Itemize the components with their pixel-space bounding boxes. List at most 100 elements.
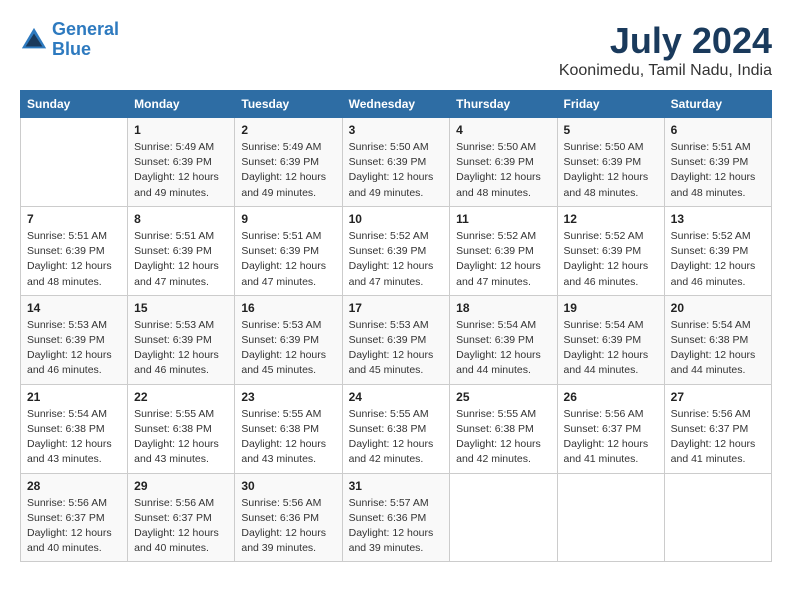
- header-sunday: Sunday: [21, 91, 128, 118]
- day-cell: 17Sunrise: 5:53 AM Sunset: 6:39 PM Dayli…: [342, 295, 450, 384]
- day-info: Sunrise: 5:51 AM Sunset: 6:39 PM Dayligh…: [27, 229, 121, 290]
- day-info: Sunrise: 5:53 AM Sunset: 6:39 PM Dayligh…: [27, 318, 121, 379]
- day-number: 5: [564, 123, 658, 137]
- day-cell: [557, 473, 664, 562]
- day-cell: 12 Sunrise: 5:52 AM Sunset: 6:39 PM Dayli…: [557, 206, 664, 295]
- header-row: SundayMondayTuesdayWednesdayThursdayFrid…: [21, 91, 772, 118]
- day-number: 8: [134, 212, 228, 226]
- day-cell: 31Sunrise: 5:57 AM Sunset: 6:36 PM Dayli…: [342, 473, 450, 562]
- day-number: 25: [456, 390, 550, 404]
- day-number: 21: [27, 390, 121, 404]
- day-info: Sunrise: 5:53 AM Sunset: 6:39 PM Dayligh…: [349, 318, 444, 379]
- day-cell: 10 Sunrise: 5:52 AM Sunset: 6:39 PM Dayli…: [342, 206, 450, 295]
- day-cell: 3 Sunrise: 5:50 AM Sunset: 6:39 PM Daylig…: [342, 118, 450, 207]
- day-info: Sunrise: 5:51 AM Sunset: 6:39 PM Dayligh…: [134, 229, 228, 290]
- day-cell: 2 Sunrise: 5:49 AM Sunset: 6:39 PM Daylig…: [235, 118, 342, 207]
- day-info: Sunrise: 5:49 AM Sunset: 6:39 PM Dayligh…: [134, 140, 228, 201]
- day-cell: 4 Sunrise: 5:50 AM Sunset: 6:39 PM Daylig…: [450, 118, 557, 207]
- day-cell: 14 Sunrise: 5:53 AM Sunset: 6:39 PM Dayli…: [21, 295, 128, 384]
- day-number: 3: [349, 123, 444, 137]
- day-number: 15: [134, 301, 228, 315]
- day-info: Sunrise: 5:50 AM Sunset: 6:39 PM Dayligh…: [349, 140, 444, 201]
- day-cell: [21, 118, 128, 207]
- calendar-table: SundayMondayTuesdayWednesdayThursdayFrid…: [20, 90, 772, 562]
- day-info: Sunrise: 5:51 AM Sunset: 6:39 PM Dayligh…: [241, 229, 335, 290]
- day-cell: 24 Sunrise: 5:55 AM Sunset: 6:38 PM Dayli…: [342, 384, 450, 473]
- day-number: 19: [564, 301, 658, 315]
- month-year: July 2024: [559, 20, 772, 62]
- day-number: 4: [456, 123, 550, 137]
- day-info: Sunrise: 5:50 AM Sunset: 6:39 PM Dayligh…: [456, 140, 550, 201]
- day-info: Sunrise: 5:52 AM Sunset: 6:39 PM Dayligh…: [671, 229, 765, 290]
- day-number: 14: [27, 301, 121, 315]
- day-number: 11: [456, 212, 550, 226]
- day-cell: 28 Sunrise: 5:56 AM Sunset: 6:37 PM Dayli…: [21, 473, 128, 562]
- day-info: Sunrise: 5:49 AM Sunset: 6:39 PM Dayligh…: [241, 140, 335, 201]
- day-cell: 13 Sunrise: 5:52 AM Sunset: 6:39 PM Dayli…: [664, 206, 771, 295]
- logo-text: General Blue: [52, 20, 119, 60]
- week-row-5: 28 Sunrise: 5:56 AM Sunset: 6:37 PM Dayli…: [21, 473, 772, 562]
- day-cell: 23 Sunrise: 5:55 AM Sunset: 6:38 PM Dayli…: [235, 384, 342, 473]
- day-info: Sunrise: 5:54 AM Sunset: 6:39 PM Dayligh…: [564, 318, 658, 379]
- week-row-1: 1Sunrise: 5:49 AM Sunset: 6:39 PM Daylig…: [21, 118, 772, 207]
- header-monday: Monday: [128, 91, 235, 118]
- day-number: 20: [671, 301, 765, 315]
- day-info: Sunrise: 5:52 AM Sunset: 6:39 PM Dayligh…: [349, 229, 444, 290]
- day-cell: 8 Sunrise: 5:51 AM Sunset: 6:39 PM Daylig…: [128, 206, 235, 295]
- week-row-4: 21Sunrise: 5:54 AM Sunset: 6:38 PM Dayli…: [21, 384, 772, 473]
- week-row-2: 7 Sunrise: 5:51 AM Sunset: 6:39 PM Daylig…: [21, 206, 772, 295]
- header-wednesday: Wednesday: [342, 91, 450, 118]
- day-cell: [450, 473, 557, 562]
- day-number: 12: [564, 212, 658, 226]
- location: Koonimedu, Tamil Nadu, India: [559, 62, 772, 80]
- day-info: Sunrise: 5:55 AM Sunset: 6:38 PM Dayligh…: [349, 407, 444, 468]
- day-info: Sunrise: 5:52 AM Sunset: 6:39 PM Dayligh…: [456, 229, 550, 290]
- day-info: Sunrise: 5:53 AM Sunset: 6:39 PM Dayligh…: [134, 318, 228, 379]
- day-info: Sunrise: 5:55 AM Sunset: 6:38 PM Dayligh…: [134, 407, 228, 468]
- title-block: July 2024 Koonimedu, Tamil Nadu, India: [559, 20, 772, 80]
- logo-icon: [20, 26, 48, 54]
- day-cell: 25 Sunrise: 5:55 AM Sunset: 6:38 PM Dayli…: [450, 384, 557, 473]
- day-cell: 26 Sunrise: 5:56 AM Sunset: 6:37 PM Dayli…: [557, 384, 664, 473]
- day-info: Sunrise: 5:51 AM Sunset: 6:39 PM Dayligh…: [671, 140, 765, 201]
- day-number: 26: [564, 390, 658, 404]
- day-number: 7: [27, 212, 121, 226]
- day-cell: 11 Sunrise: 5:52 AM Sunset: 6:39 PM Dayli…: [450, 206, 557, 295]
- day-number: 24: [349, 390, 444, 404]
- day-info: Sunrise: 5:54 AM Sunset: 6:39 PM Dayligh…: [456, 318, 550, 379]
- day-number: 27: [671, 390, 765, 404]
- day-cell: 16 Sunrise: 5:53 AM Sunset: 6:39 PM Dayli…: [235, 295, 342, 384]
- day-info: Sunrise: 5:55 AM Sunset: 6:38 PM Dayligh…: [241, 407, 335, 468]
- day-info: Sunrise: 5:56 AM Sunset: 6:36 PM Dayligh…: [241, 496, 335, 557]
- day-number: 2: [241, 123, 335, 137]
- day-info: Sunrise: 5:56 AM Sunset: 6:37 PM Dayligh…: [564, 407, 658, 468]
- header-friday: Friday: [557, 91, 664, 118]
- day-cell: [664, 473, 771, 562]
- header-tuesday: Tuesday: [235, 91, 342, 118]
- day-cell: 7 Sunrise: 5:51 AM Sunset: 6:39 PM Daylig…: [21, 206, 128, 295]
- day-cell: 30Sunrise: 5:56 AM Sunset: 6:36 PM Dayli…: [235, 473, 342, 562]
- day-cell: 9 Sunrise: 5:51 AM Sunset: 6:39 PM Daylig…: [235, 206, 342, 295]
- day-cell: 6Sunrise: 5:51 AM Sunset: 6:39 PM Daylig…: [664, 118, 771, 207]
- day-info: Sunrise: 5:54 AM Sunset: 6:38 PM Dayligh…: [671, 318, 765, 379]
- day-info: Sunrise: 5:56 AM Sunset: 6:37 PM Dayligh…: [27, 496, 121, 557]
- day-number: 10: [349, 212, 444, 226]
- day-number: 31: [349, 479, 444, 493]
- week-row-3: 14 Sunrise: 5:53 AM Sunset: 6:39 PM Dayli…: [21, 295, 772, 384]
- day-number: 13: [671, 212, 765, 226]
- header-thursday: Thursday: [450, 91, 557, 118]
- day-number: 28: [27, 479, 121, 493]
- header-saturday: Saturday: [664, 91, 771, 118]
- day-number: 29: [134, 479, 228, 493]
- day-number: 23: [241, 390, 335, 404]
- day-number: 22: [134, 390, 228, 404]
- day-info: Sunrise: 5:52 AM Sunset: 6:39 PM Dayligh…: [564, 229, 658, 290]
- day-number: 16: [241, 301, 335, 315]
- day-cell: 20 Sunrise: 5:54 AM Sunset: 6:38 PM Dayli…: [664, 295, 771, 384]
- day-info: Sunrise: 5:55 AM Sunset: 6:38 PM Dayligh…: [456, 407, 550, 468]
- day-number: 9: [241, 212, 335, 226]
- page-header: General Blue July 2024 Koonimedu, Tamil …: [20, 20, 772, 80]
- day-info: Sunrise: 5:53 AM Sunset: 6:39 PM Dayligh…: [241, 318, 335, 379]
- day-cell: 1Sunrise: 5:49 AM Sunset: 6:39 PM Daylig…: [128, 118, 235, 207]
- day-number: 18: [456, 301, 550, 315]
